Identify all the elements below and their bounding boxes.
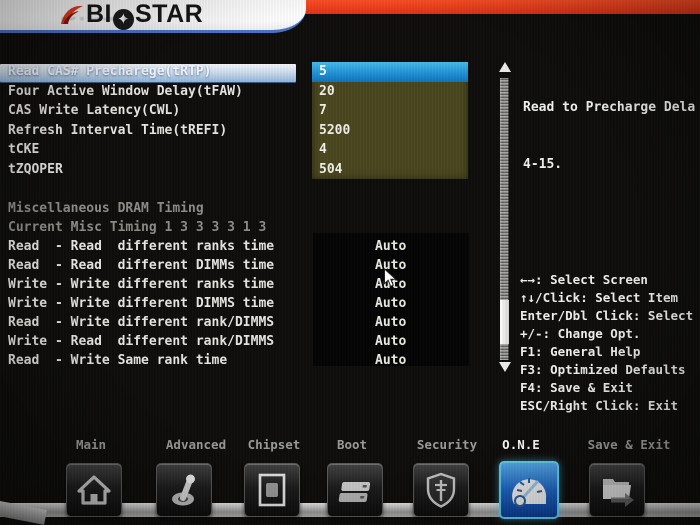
menu-tab[interactable]: Save & Exit — [588, 437, 671, 452]
home-icon — [77, 475, 111, 505]
dock-tab-chipset[interactable] — [244, 463, 300, 517]
menu-tab[interactable]: Boot — [337, 437, 367, 452]
bios-screen: BI✦STAR BISTAR Read CAS# Precharege(tRTP… — [0, 0, 700, 525]
dock-tab-boot[interactable] — [327, 463, 383, 517]
dock-tab-main[interactable] — [66, 463, 122, 517]
menu-tab[interactable]: Chipset — [248, 437, 301, 452]
gauge-icon — [512, 478, 547, 507]
exit-folder-icon — [603, 479, 634, 507]
dock-tab-advanced[interactable] — [156, 463, 212, 517]
scrollbar-thumb[interactable] — [500, 300, 509, 344]
dock-tab-security[interactable] — [413, 463, 469, 517]
menu-tab[interactable]: Advanced — [166, 437, 226, 452]
bottom-menu: Main Advanced Chipset Boot Security O.N.… — [0, 0, 700, 525]
chip-icon — [258, 473, 286, 507]
dock-tab-save-exit[interactable] — [589, 463, 645, 517]
switch-icon — [172, 474, 195, 506]
menu-tab[interactable]: O.N.E — [502, 437, 540, 452]
mouse-cursor — [384, 268, 397, 287]
shield-icon — [426, 472, 456, 508]
menu-tab[interactable]: Security — [417, 437, 477, 452]
drives-icon — [338, 482, 371, 502]
menu-tab[interactable]: Main — [76, 437, 106, 452]
dock-tab-one[interactable] — [499, 461, 559, 519]
